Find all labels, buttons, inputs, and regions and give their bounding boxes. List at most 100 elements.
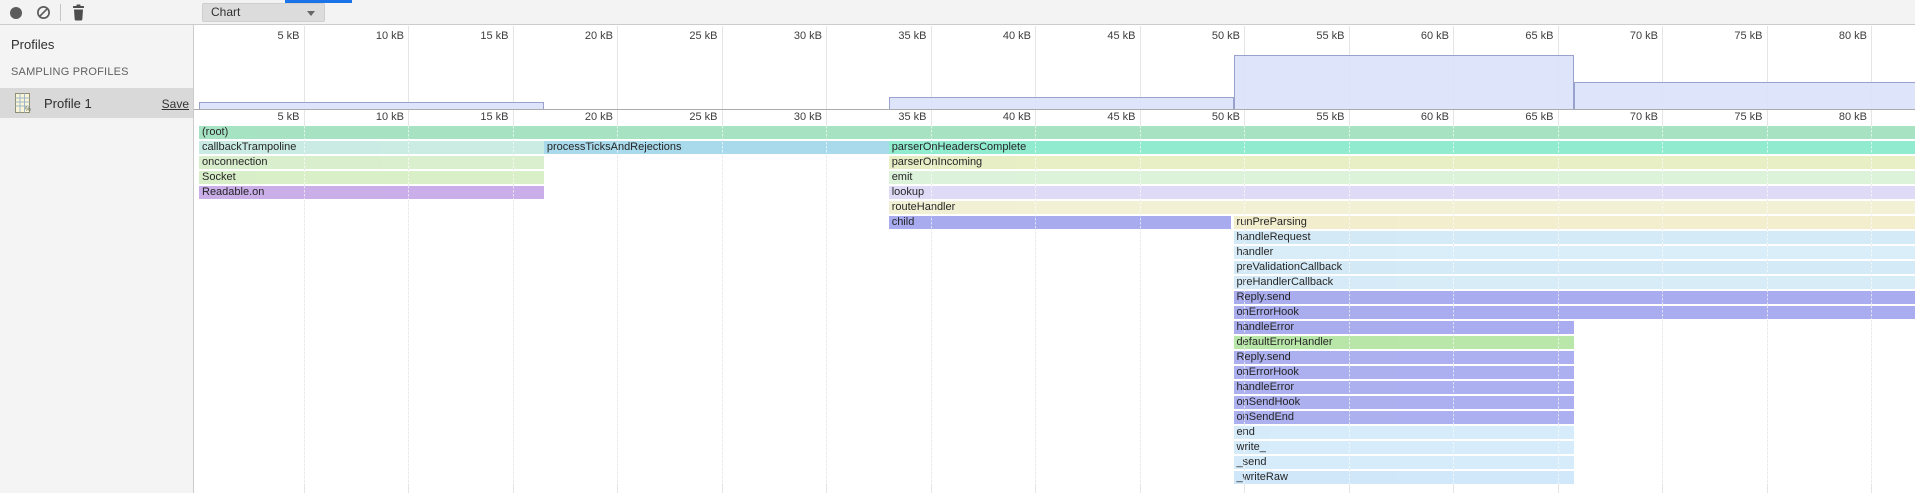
flame-frame[interactable]: onSendHook (1234, 396, 1575, 409)
overview-gridline (408, 26, 409, 109)
overview-ruler-tick-label: 35 kB (867, 30, 927, 42)
flame-frame-label: Readable.on (199, 186, 264, 198)
chevron-down-icon (307, 11, 315, 16)
flame-frame[interactable]: lookup (889, 186, 1915, 199)
overview-ruler-tick-label: 25 kB (658, 30, 718, 42)
overview-ruler-tick-label: 15 kB (449, 30, 509, 42)
flame-frame[interactable]: child (889, 216, 1232, 229)
flame-frame[interactable]: _writeRaw (1234, 471, 1575, 484)
flame-frame-label: preValidationCallback (1234, 261, 1343, 273)
flame-frame-label: emit (889, 171, 913, 183)
overview-bottom-border (194, 109, 1915, 110)
flame-ruler-tick-label: 45 kB (1076, 111, 1136, 123)
flame-frame[interactable]: processTicksAndRejections (544, 141, 889, 154)
overview-area-segment (199, 102, 544, 109)
flame-frame[interactable]: Reply.send (1234, 291, 1915, 304)
flame-frame[interactable]: onconnection (199, 156, 544, 169)
flame-frame[interactable]: onSendEnd (1234, 411, 1575, 424)
flame-frame[interactable]: Readable.on (199, 186, 544, 199)
flame-frame[interactable]: handleError (1234, 321, 1575, 334)
flame-frame[interactable]: Socket (199, 171, 544, 184)
profiles-heading: Profiles (11, 37, 54, 52)
flame-frame[interactable]: end (1234, 426, 1575, 439)
sampling-profile-icon: % (13, 93, 33, 113)
flame-frame[interactable]: Reply.send (1234, 351, 1575, 364)
flame-ruler-tick-label: 65 kB (1494, 111, 1554, 123)
flame-frame-label: onconnection (199, 156, 267, 168)
flame-ruler-tick-label: 20 kB (553, 111, 613, 123)
flame-frame-label: _send (1234, 456, 1267, 468)
flame-ruler-tick-label: 10 kB (344, 111, 404, 123)
flame-frame-label: onSendEnd (1234, 411, 1295, 423)
flame-frame[interactable]: runPreParsing (1234, 216, 1915, 229)
flame-frame-label: write_ (1234, 441, 1266, 453)
flame-gridline-overlay (1662, 126, 1663, 484)
profiler-toolbar: Chart (0, 0, 1915, 25)
flame-gridline-overlay (722, 126, 723, 484)
save-profile-link[interactable]: Save (162, 97, 189, 111)
overview-ruler-tick-label: 50 kB (1180, 30, 1240, 42)
flame-chart-pane[interactable]: 5 kB5 kB10 kB10 kB15 kB15 kB20 kB20 kB25… (194, 25, 1915, 493)
flame-frame-label: handleRequest (1234, 231, 1311, 243)
flame-frame-label: child (889, 216, 915, 228)
flame-frame[interactable]: handleRequest (1234, 231, 1915, 244)
flame-frame-label: preHandlerCallback (1234, 276, 1334, 288)
flame-frame[interactable]: parserOnIncoming (889, 156, 1915, 169)
overview-area-segment (889, 97, 1234, 109)
sidebar-item-profile-1[interactable]: % Profile 1 Save (0, 88, 193, 118)
flame-frame[interactable]: handler (1234, 246, 1915, 259)
overview-area-segment (1574, 82, 1915, 109)
flame-gridline-overlay (304, 126, 305, 484)
overview-ruler-tick-label: 60 kB (1389, 30, 1449, 42)
flame-frame[interactable]: _send (1234, 456, 1575, 469)
overview-ruler-tick-label: 70 kB (1598, 30, 1658, 42)
flame-gridline-overlay (826, 126, 827, 484)
chart-view-select[interactable]: Chart (202, 3, 325, 22)
profiles-sidebar: Profiles SAMPLING PROFILES % Profile 1 S… (0, 25, 194, 493)
flame-frame-label: _writeRaw (1234, 471, 1288, 483)
flame-frame-label: defaultErrorHandler (1234, 336, 1333, 348)
flame-gridline-overlay (513, 126, 514, 484)
flame-ruler-tick-label: 35 kB (867, 111, 927, 123)
flame-frame[interactable]: emit (889, 171, 1915, 184)
flame-frame[interactable]: preHandlerCallback (1234, 276, 1915, 289)
flame-frame[interactable]: defaultErrorHandler (1234, 336, 1575, 349)
overview-gridline (617, 26, 618, 109)
flame-ruler-tick-label: 15 kB (449, 111, 509, 123)
flame-gridline-overlay (1453, 126, 1454, 484)
flame-frame-label: Socket (199, 171, 236, 183)
flame-gridline-overlay (408, 126, 409, 484)
record-button[interactable] (10, 7, 22, 19)
toolbar-divider (60, 4, 61, 21)
flame-frame-label: handleError (1234, 321, 1294, 333)
flame-frame-label: handler (1234, 246, 1274, 258)
flame-gridline-overlay (1244, 126, 1245, 484)
flame-frame[interactable]: parserOnHeadersComplete (889, 141, 1915, 154)
flame-gridline-overlay (1349, 126, 1350, 484)
flame-gridline-overlay (931, 126, 932, 484)
overview-area-segment (1234, 55, 1575, 109)
overview-ruler-tick-label: 45 kB (1076, 30, 1136, 42)
flame-frame[interactable]: routeHandler (889, 201, 1915, 214)
flame-frame-label: (root) (199, 126, 228, 138)
flame-ruler-tick-label: 70 kB (1598, 111, 1658, 123)
delete-profile-button[interactable] (71, 4, 86, 21)
overview-ruler-tick-label: 10 kB (344, 30, 404, 42)
overview-ruler-tick-label: 30 kB (762, 30, 822, 42)
chart-view-select-value: Chart (211, 5, 240, 19)
selected-tab-indicator (285, 0, 352, 3)
flame-gridline-overlay (1871, 126, 1872, 484)
overview-ruler-tick-label: 20 kB (553, 30, 613, 42)
flame-frame[interactable]: handleError (1234, 381, 1575, 394)
flame-frame[interactable]: preValidationCallback (1234, 261, 1915, 274)
clear-all-profiles-button[interactable] (36, 5, 51, 20)
flame-ruler-tick-label: 50 kB (1180, 111, 1240, 123)
flame-frame[interactable]: (root) (199, 126, 1915, 139)
flame-frame[interactable]: onErrorHook (1234, 366, 1575, 379)
flame-frame-label: routeHandler (889, 201, 956, 213)
flame-frame[interactable]: onErrorHook (1234, 306, 1915, 319)
flame-gridline-overlay (1140, 126, 1141, 484)
flame-frame-label: lookup (889, 186, 924, 198)
flame-frame[interactable]: callbackTrampoline (199, 141, 544, 154)
flame-frame[interactable]: write_ (1234, 441, 1575, 454)
